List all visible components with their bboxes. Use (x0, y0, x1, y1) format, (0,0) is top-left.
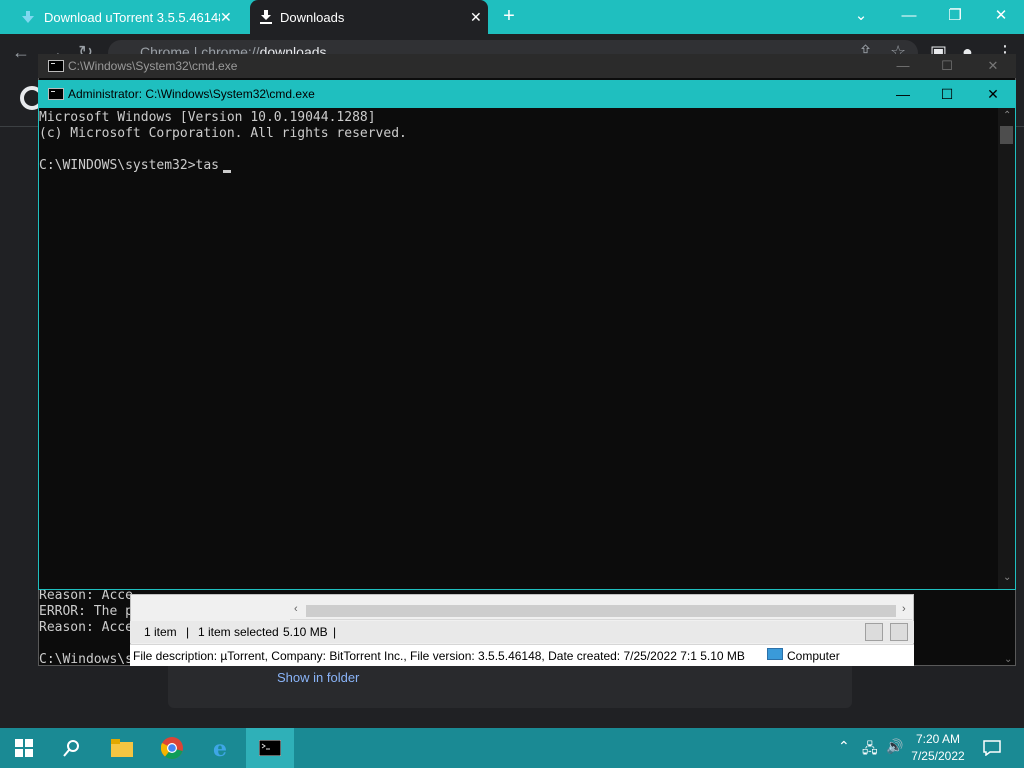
maximize-icon[interactable]: ☐ (924, 80, 970, 108)
show-in-folder-link[interactable]: Show in folder (277, 670, 359, 685)
details-view-icon[interactable] (865, 623, 883, 641)
cmd-window-admin[interactable] (38, 80, 1016, 590)
folder-icon (111, 739, 133, 757)
restore-icon[interactable]: ❐ (932, 0, 978, 30)
taskbar-cmd[interactable] (246, 728, 294, 768)
close-icon[interactable]: ✕ (978, 0, 1024, 30)
utorrent-download-icon (22, 11, 34, 23)
scroll-right-icon[interactable]: › (902, 603, 906, 615)
svg-text:e: e (213, 737, 227, 759)
clock-time: 7:20 AM (915, 732, 961, 746)
cmd-back-title: C:\Windows\System32\cmd.exe (68, 59, 238, 73)
close-icon[interactable]: ✕ (220, 9, 232, 26)
clock-date: 7/25/2022 (911, 749, 965, 763)
status-separator: | (333, 625, 337, 639)
start-button[interactable] (0, 728, 48, 768)
notification-icon (983, 740, 1001, 756)
cmd-icon (48, 88, 64, 100)
scroll-up-icon[interactable]: ⌃ (1003, 110, 1011, 121)
search-icon (63, 740, 79, 757)
location-label: Computer (787, 649, 840, 663)
tab-label: Download uTorrent 3.5.5.46148 f (44, 9, 220, 25)
cmd-scroll-thumb[interactable] (1000, 126, 1013, 144)
status-separator: | (186, 625, 190, 639)
status-selected: 1 item selected (198, 625, 279, 639)
cmd-back-titlebar[interactable]: C:\Windows\System32\cmd.exe (38, 54, 1016, 78)
close-icon[interactable]: ✕ (470, 9, 482, 26)
maximize-icon[interactable]: ☐ (924, 58, 970, 74)
network-icon[interactable]: 🖧 (862, 738, 878, 762)
cmd-back-line: Reason: Acce (39, 620, 133, 635)
tab-downloads[interactable]: Downloads ✕ (250, 0, 488, 34)
close-icon[interactable]: ✕ (970, 80, 1016, 108)
taskbar-chrome[interactable] (148, 728, 196, 768)
search-button[interactable] (48, 728, 96, 768)
cmd-back-line: Reason: Acce (39, 588, 133, 603)
large-icons-view-icon[interactable] (890, 623, 908, 641)
scroll-down-icon[interactable]: ⌄ (1003, 572, 1011, 583)
taskbar-clock[interactable]: 7:20 AM 7/25/2022 (900, 731, 976, 765)
cmd-prompt-line[interactable]: C:\WINDOWS\system32>tas (39, 158, 219, 174)
chrome-icon (161, 737, 183, 759)
cmd-icon (259, 740, 281, 756)
cmd-back-line: ERROR: The p (39, 604, 133, 619)
text-cursor (223, 170, 231, 173)
cmd-icon (48, 60, 64, 72)
scroll-down-icon[interactable]: ⌄ (1004, 654, 1012, 665)
download-icon (260, 10, 272, 24)
taskbar-internet-explorer[interactable]: e (198, 728, 246, 768)
windows-logo-icon (15, 739, 33, 757)
cmd-admin-titlebar[interactable]: Administrator: C:\Windows\System32\cmd.e… (38, 80, 1016, 108)
internet-explorer-icon: e (213, 737, 227, 759)
tab-label: Downloads (280, 9, 345, 25)
action-center-button[interactable] (968, 728, 1016, 768)
close-icon[interactable]: ✕ (970, 58, 1016, 74)
minimize-icon[interactable]: — (880, 58, 926, 73)
cmd-output-line: (c) Microsoft Corporation. All rights re… (39, 126, 407, 141)
cmd-admin-title: Administrator: C:\Windows\System32\cmd.e… (68, 87, 315, 101)
chevron-up-icon[interactable]: ⌃ (838, 738, 850, 755)
status-item-count: 1 item (144, 625, 177, 639)
cmd-scrollbar[interactable] (998, 108, 1015, 589)
minimize-icon[interactable]: — (880, 80, 926, 108)
status-size: 5.10 MB (283, 625, 328, 639)
cmd-output-line: Microsoft Windows [Version 10.0.19044.12… (39, 110, 376, 125)
chevron-down-icon[interactable]: ⌄ (838, 0, 884, 30)
taskbar-file-explorer[interactable] (98, 728, 146, 768)
tab-utorrent-download[interactable]: Download uTorrent 3.5.5.46148 f ✕ (10, 0, 248, 34)
scroll-left-icon[interactable]: ‹ (294, 603, 298, 615)
cmd-back-line: C:\Windows\s (39, 652, 133, 667)
minimize-icon[interactable]: — (886, 0, 932, 30)
explorer-hscroll-thumb[interactable] (306, 605, 896, 617)
file-details-text: File description: µTorrent, Company: Bit… (133, 649, 745, 663)
back-arrow-icon[interactable]: ← (12, 42, 30, 63)
computer-icon (767, 648, 783, 660)
new-tab-button[interactable]: + (498, 6, 520, 28)
